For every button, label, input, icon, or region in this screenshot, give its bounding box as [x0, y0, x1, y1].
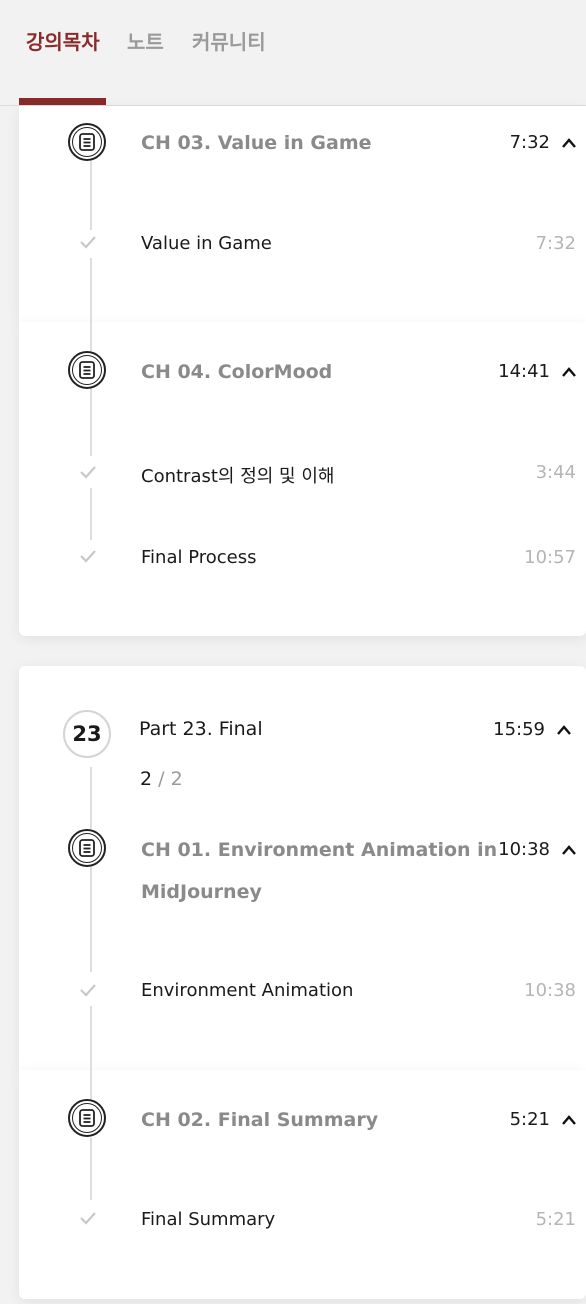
tab-curriculum[interactable]: 강의목차: [26, 26, 100, 55]
chevron-up-icon[interactable]: [561, 1114, 577, 1126]
chapter-duration: 5:21: [509, 1109, 550, 1130]
chapter-duration: 10:38: [498, 839, 550, 860]
timeline-line: [90, 767, 92, 829]
part-number-badge: 23: [63, 710, 111, 758]
check-icon: [80, 466, 96, 479]
timeline-line: [90, 160, 92, 230]
lesson-title[interactable]: Final Summary: [141, 1209, 275, 1230]
document-list-icon: [68, 351, 106, 389]
timeline-line: [90, 388, 92, 456]
part-title[interactable]: Part 23. Final: [139, 718, 263, 740]
chapter-title[interactable]: CH 03. Value in Game: [141, 122, 372, 164]
lesson-duration: 10:38: [524, 980, 576, 1001]
lesson-title[interactable]: Value in Game: [141, 233, 272, 254]
lesson-duration: 3:44: [535, 462, 576, 483]
part-progress: 2 / 2: [140, 768, 183, 790]
chevron-up-icon[interactable]: [561, 844, 577, 856]
progress-separator: /: [158, 768, 165, 790]
check-icon: [80, 236, 96, 249]
chapter-duration: 7:32: [509, 132, 550, 153]
timeline-line: [90, 866, 92, 972]
chevron-up-icon[interactable]: [561, 366, 577, 378]
tab-notes[interactable]: 노트: [127, 26, 164, 55]
document-list-icon: [68, 123, 106, 161]
check-icon: [80, 1212, 96, 1225]
chapter-title-continued[interactable]: MidJourney: [141, 871, 262, 913]
chapter-title[interactable]: CH 02. Final Summary: [141, 1099, 378, 1141]
lesson-title[interactable]: Final Process: [141, 547, 257, 568]
timeline-line: [90, 258, 92, 352]
timeline-line: [90, 1138, 92, 1200]
part-duration: 15:59: [493, 719, 545, 740]
lesson-duration: 5:21: [535, 1209, 576, 1230]
lesson-duration: 10:57: [524, 547, 576, 568]
progress-total: 2: [170, 768, 183, 790]
lesson-duration: 7:32: [535, 233, 576, 254]
active-tab-indicator: [19, 98, 106, 105]
chapter-title[interactable]: CH 04. ColorMood: [141, 351, 332, 393]
document-list-icon: [68, 829, 106, 867]
chevron-up-icon[interactable]: [561, 137, 577, 149]
progress-done: 2: [140, 768, 153, 790]
lesson-title[interactable]: Contrast의 정의 및 이해: [141, 462, 334, 488]
document-list-icon: [68, 1099, 106, 1137]
lesson-title[interactable]: Environment Animation: [141, 980, 353, 1001]
tab-community[interactable]: 커뮤니티: [192, 26, 266, 55]
check-icon: [80, 984, 96, 997]
chevron-up-icon[interactable]: [556, 724, 572, 736]
timeline-line: [90, 1006, 92, 1102]
timeline-line: [90, 488, 92, 540]
chapter-title[interactable]: CH 01. Environment Animation in: [141, 829, 497, 871]
chapter-duration: 14:41: [498, 361, 550, 382]
check-icon: [80, 550, 96, 563]
tab-bar: 강의목차 노트 커뮤니티: [0, 0, 586, 106]
